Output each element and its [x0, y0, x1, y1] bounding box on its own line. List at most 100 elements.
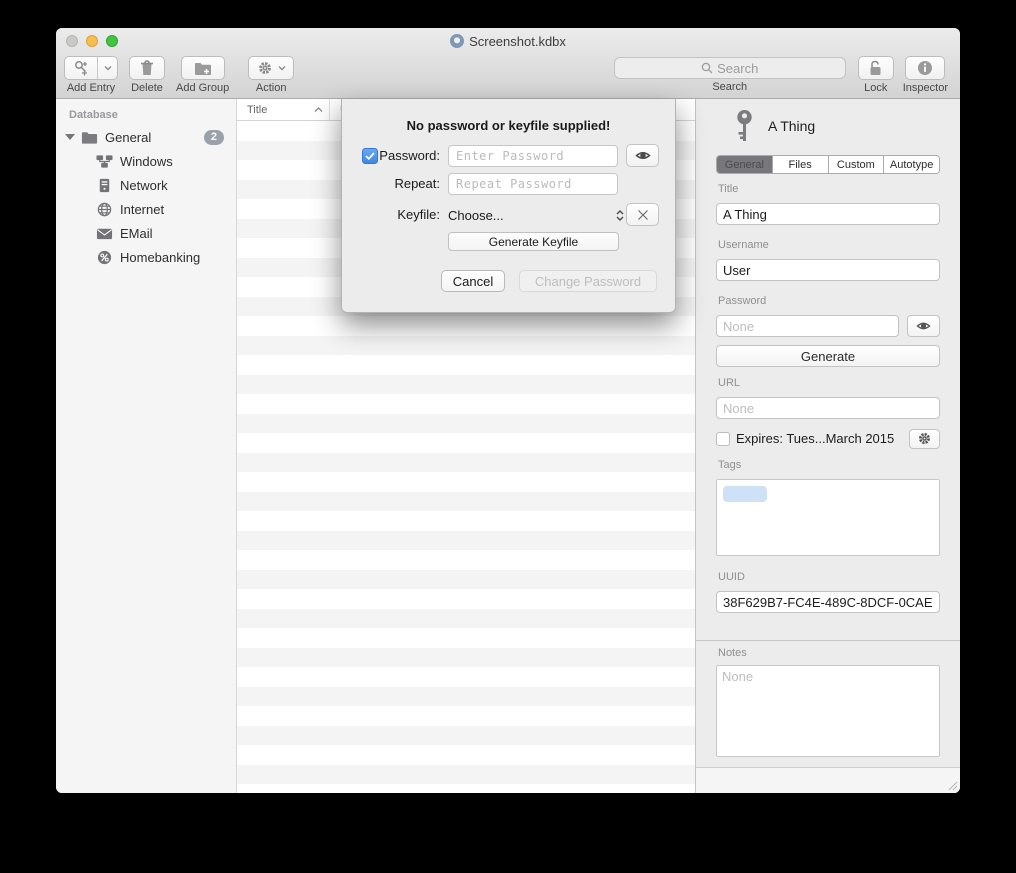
titlebar: Screenshot.kdbx	[56, 28, 960, 54]
entry-title: A Thing	[768, 118, 815, 134]
trash-icon	[140, 60, 154, 76]
change-password-button[interactable]: Change Password	[519, 270, 657, 292]
uuid-input[interactable]	[716, 591, 940, 613]
sidebar-item-label: Homebanking	[120, 250, 200, 265]
search-input[interactable]: Search	[614, 57, 846, 79]
tab-custom[interactable]: Custom	[829, 156, 885, 173]
inspector-button[interactable]	[905, 56, 945, 80]
tag-token[interactable]	[723, 486, 767, 502]
expires-checkbox[interactable]	[716, 432, 730, 446]
search-label: Search	[712, 81, 747, 93]
close-x-icon	[637, 209, 649, 221]
url-input[interactable]	[716, 397, 940, 419]
search-icon	[701, 62, 713, 74]
disclosure-triangle-icon[interactable]	[65, 134, 75, 140]
tab-autotype[interactable]: Autotype	[884, 156, 939, 173]
url-label: URL	[718, 377, 938, 389]
search-placeholder: Search	[717, 61, 758, 76]
sidebar-item-homebanking[interactable]: Homebanking	[56, 245, 236, 269]
tab-general[interactable]: General	[717, 156, 773, 173]
entry-count-badge: 2	[204, 130, 224, 145]
sidebar-item-label: EMail	[120, 226, 153, 241]
clear-keyfile-button[interactable]	[626, 203, 659, 226]
inspector-panel: A Thing General Files Custom Autotype Ti…	[695, 99, 960, 793]
sheet-password-input[interactable]	[448, 145, 618, 167]
lock-button[interactable]	[858, 56, 894, 80]
sidebar-item-windows[interactable]: Windows	[56, 149, 236, 173]
globe-icon	[96, 201, 113, 218]
add-group-item: Add Group	[176, 56, 229, 94]
generate-keyfile-button[interactable]: Generate Keyfile	[448, 232, 619, 251]
sort-ascending-icon	[314, 107, 323, 113]
password-label: Password	[718, 295, 938, 307]
gear-icon	[257, 60, 273, 76]
info-icon	[917, 60, 933, 76]
server-icon	[96, 177, 113, 194]
add-entry-item: Add Entry	[64, 56, 118, 94]
add-group-button[interactable]	[181, 56, 225, 80]
document-proxy-icon	[450, 34, 464, 48]
resize-grip[interactable]	[946, 779, 958, 791]
keyfile-select[interactable]: Choose...	[448, 204, 624, 226]
delete-item: Delete	[129, 56, 165, 94]
delete-label: Delete	[131, 82, 163, 94]
eye-icon	[635, 149, 651, 162]
action-label: Action	[256, 82, 287, 94]
notes-textarea[interactable]	[716, 665, 940, 757]
inspector-tabs: General Files Custom Autotype	[716, 155, 940, 174]
generate-password-button[interactable]: Generate	[716, 345, 940, 367]
expires-settings-button[interactable]	[909, 429, 940, 449]
action-button[interactable]	[248, 56, 294, 80]
inspector-label: Inspector	[903, 82, 948, 94]
sheet-repeat-input[interactable]	[448, 173, 618, 195]
column-header-title[interactable]: Title	[237, 99, 330, 120]
sheet-message: No password or keyfile supplied!	[342, 118, 675, 133]
key-icon	[734, 110, 755, 142]
folder-plus-icon	[194, 61, 212, 76]
reveal-password-button[interactable]	[907, 315, 940, 337]
inspector-item: Inspector	[903, 56, 948, 94]
add-group-label: Add Group	[176, 82, 229, 94]
sidebar-item-label: General	[105, 130, 151, 145]
password-input[interactable]	[716, 315, 899, 337]
sidebar-header: Database	[56, 107, 236, 125]
sheet-password-label: Password:	[350, 148, 440, 163]
lock-item: Lock	[858, 56, 894, 94]
key-plus-icon	[73, 60, 90, 77]
desktop: Screenshot.kdbx	[0, 0, 1016, 873]
sidebar: Database General 2 Windows	[56, 99, 237, 793]
add-entry-button[interactable]	[64, 56, 118, 80]
keyfile-value: Choose...	[448, 208, 504, 223]
sheet-reveal-password-button[interactable]	[626, 144, 659, 167]
cancel-button[interactable]: Cancel	[441, 270, 505, 292]
add-entry-label: Add Entry	[67, 82, 115, 94]
change-password-sheet: No password or keyfile supplied! Passwor…	[341, 99, 676, 313]
app-window: Screenshot.kdbx	[56, 28, 960, 793]
envelope-icon	[96, 225, 113, 242]
sheet-repeat-label: Repeat:	[350, 176, 440, 191]
delete-button[interactable]	[129, 56, 165, 80]
title-input[interactable]	[716, 203, 940, 225]
tags-box[interactable]	[716, 479, 940, 556]
sidebar-item-label: Internet	[120, 202, 164, 217]
tab-files[interactable]: Files	[773, 156, 829, 173]
sidebar-item-internet[interactable]: Internet	[56, 197, 236, 221]
stepper-icon	[616, 210, 624, 221]
eye-icon	[916, 320, 931, 332]
sidebar-item-network[interactable]: Network	[56, 173, 236, 197]
windows-network-icon	[96, 153, 113, 170]
sidebar-item-general[interactable]: General 2	[56, 125, 236, 149]
title-label: Title	[718, 183, 938, 195]
username-input[interactable]	[716, 259, 940, 281]
username-label: Username	[718, 239, 938, 251]
window-title: Screenshot.kdbx	[469, 34, 566, 49]
entry-header: A Thing	[716, 109, 940, 143]
tags-label: Tags	[718, 459, 938, 471]
lock-label: Lock	[864, 82, 887, 94]
sidebar-item-email[interactable]: EMail	[56, 221, 236, 245]
search-item: Search Search	[614, 56, 846, 93]
divider	[696, 640, 960, 641]
sheet-keyfile-label: Keyfile:	[350, 207, 440, 222]
expires-label: Expires: Tues...March 2015	[736, 431, 894, 446]
chevron-down-icon	[104, 65, 112, 71]
